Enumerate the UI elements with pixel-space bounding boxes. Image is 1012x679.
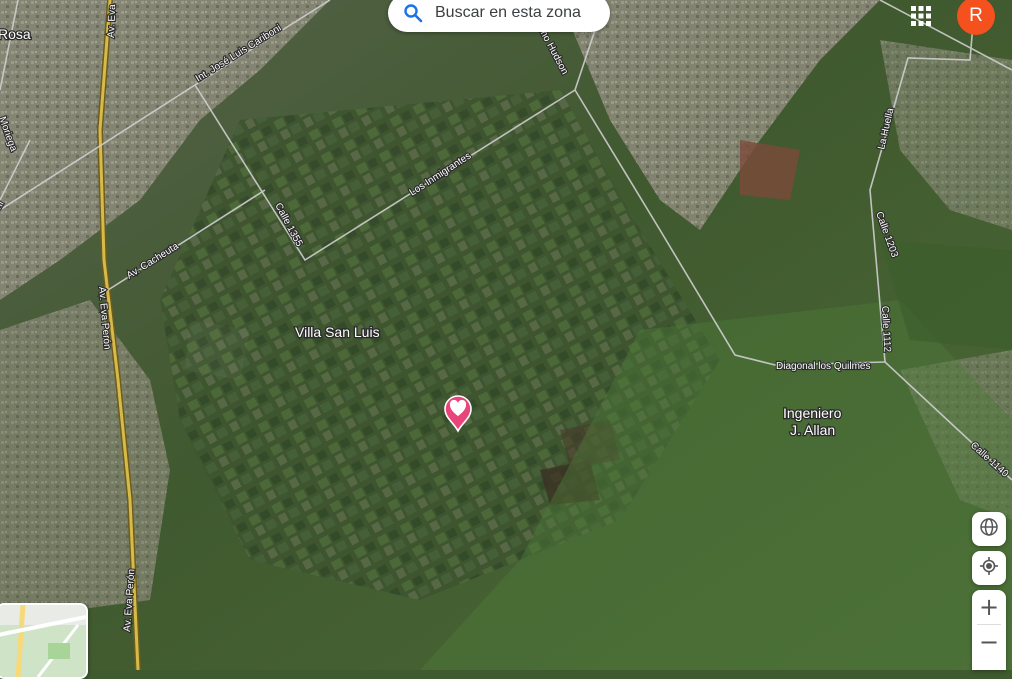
search-this-area-button[interactable]: Buscar en esta zona xyxy=(388,0,610,32)
zoom-out-button[interactable]: − xyxy=(972,625,1006,659)
place-label-rosa: Rosa xyxy=(0,26,31,42)
satellite-map[interactable]: Av. Eva Av. Eva Perón Av. Eva Perón Int.… xyxy=(0,0,1012,670)
my-location-icon xyxy=(979,556,999,581)
globe-icon xyxy=(979,517,999,542)
search-icon xyxy=(403,3,423,23)
road-label-av-eva-top: Av. Eva xyxy=(106,4,118,38)
apps-grid-icon[interactable] xyxy=(909,4,933,28)
road-label-diagonal-quilmes: Diagonal los Quilmes xyxy=(776,361,871,372)
map-layers-thumbnail[interactable] xyxy=(0,603,88,679)
place-label-villa-san-luis: Villa San Luis xyxy=(295,324,380,340)
account-initial: R xyxy=(969,5,983,26)
my-location-button[interactable] xyxy=(972,551,1006,585)
globe-view-button[interactable] xyxy=(972,512,1006,546)
search-this-area-label: Buscar en esta zona xyxy=(435,4,581,21)
place-label-ingeniero: Ingeniero xyxy=(783,405,842,421)
place-label-j-allan: J. Allan xyxy=(790,422,835,438)
zoom-controls: + − xyxy=(972,590,1006,670)
map-thumbnail-image xyxy=(0,605,86,677)
zoom-in-button[interactable]: + xyxy=(972,590,1006,624)
